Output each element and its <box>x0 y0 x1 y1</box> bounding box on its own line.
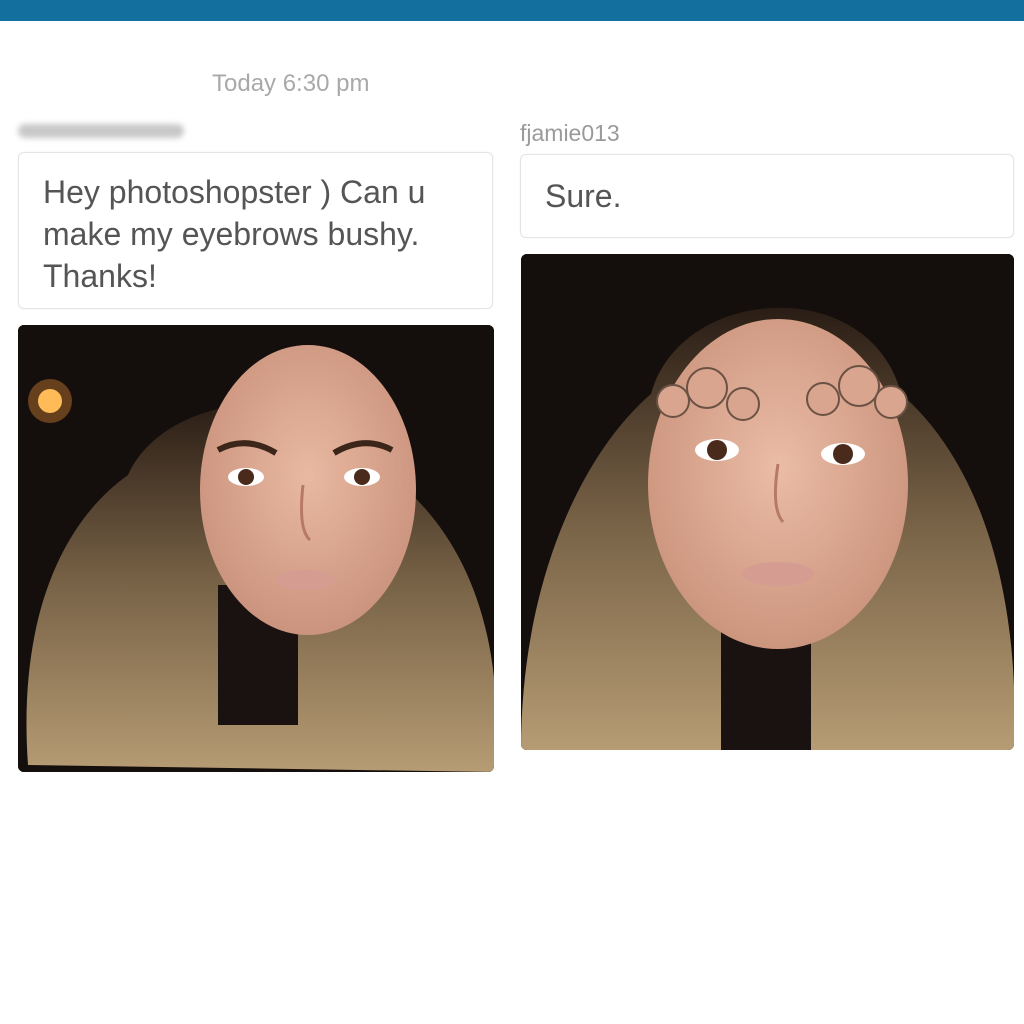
portrait-photo-original-icon <box>18 325 494 772</box>
sender-username[interactable]: fjamie013 <box>520 120 620 147</box>
redacted-sender-name <box>18 124 184 138</box>
message-text-right: Sure. <box>545 178 622 214</box>
message-bubble-right: Sure. <box>520 154 1014 238</box>
message-text-left: Hey photoshopster ) Can u make my eyebro… <box>43 174 426 294</box>
top-bar <box>0 0 1024 21</box>
message-bubble-left: Hey photoshopster ) Can u make my eyebro… <box>18 152 493 309</box>
portrait-photo-original[interactable] <box>18 325 494 772</box>
portrait-photo-edited-icon <box>521 254 1014 750</box>
portrait-photo-edited[interactable] <box>521 254 1014 750</box>
message-timestamp: Today 6:30 pm <box>212 70 370 97</box>
